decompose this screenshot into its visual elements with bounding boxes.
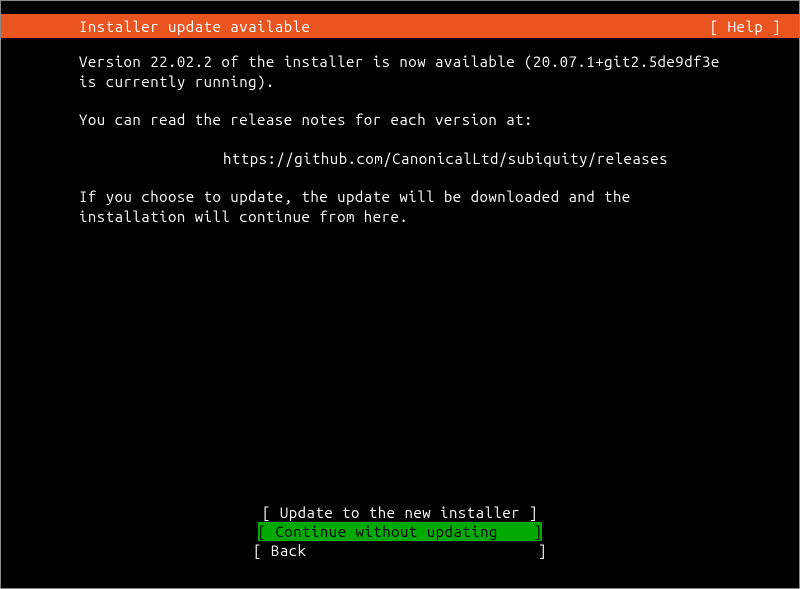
version-info-text: Version 22.02.2 of the installer is now … — [79, 52, 721, 91]
update-description: If you choose to update, the update will… — [79, 187, 721, 226]
main-content: Version 22.02.2 of the installer is now … — [1, 38, 721, 226]
header-bar: Installer update available [ Help ] — [1, 14, 799, 38]
release-notes-intro: You can read the release notes for each … — [79, 110, 721, 130]
page-title: Installer update available — [79, 18, 310, 35]
back-button[interactable]: [ Back ] — [253, 541, 547, 560]
release-notes-url: https://github.com/CanonicalLtd/subiquit… — [79, 149, 721, 169]
button-group: [ Update to the new installer ] [ Contin… — [1, 503, 799, 560]
update-installer-button[interactable]: [ Update to the new installer ] — [262, 503, 538, 522]
continue-without-updating-button[interactable]: [ Continue without updating ] — [258, 522, 543, 541]
help-button[interactable]: [ Help ] — [710, 18, 781, 35]
